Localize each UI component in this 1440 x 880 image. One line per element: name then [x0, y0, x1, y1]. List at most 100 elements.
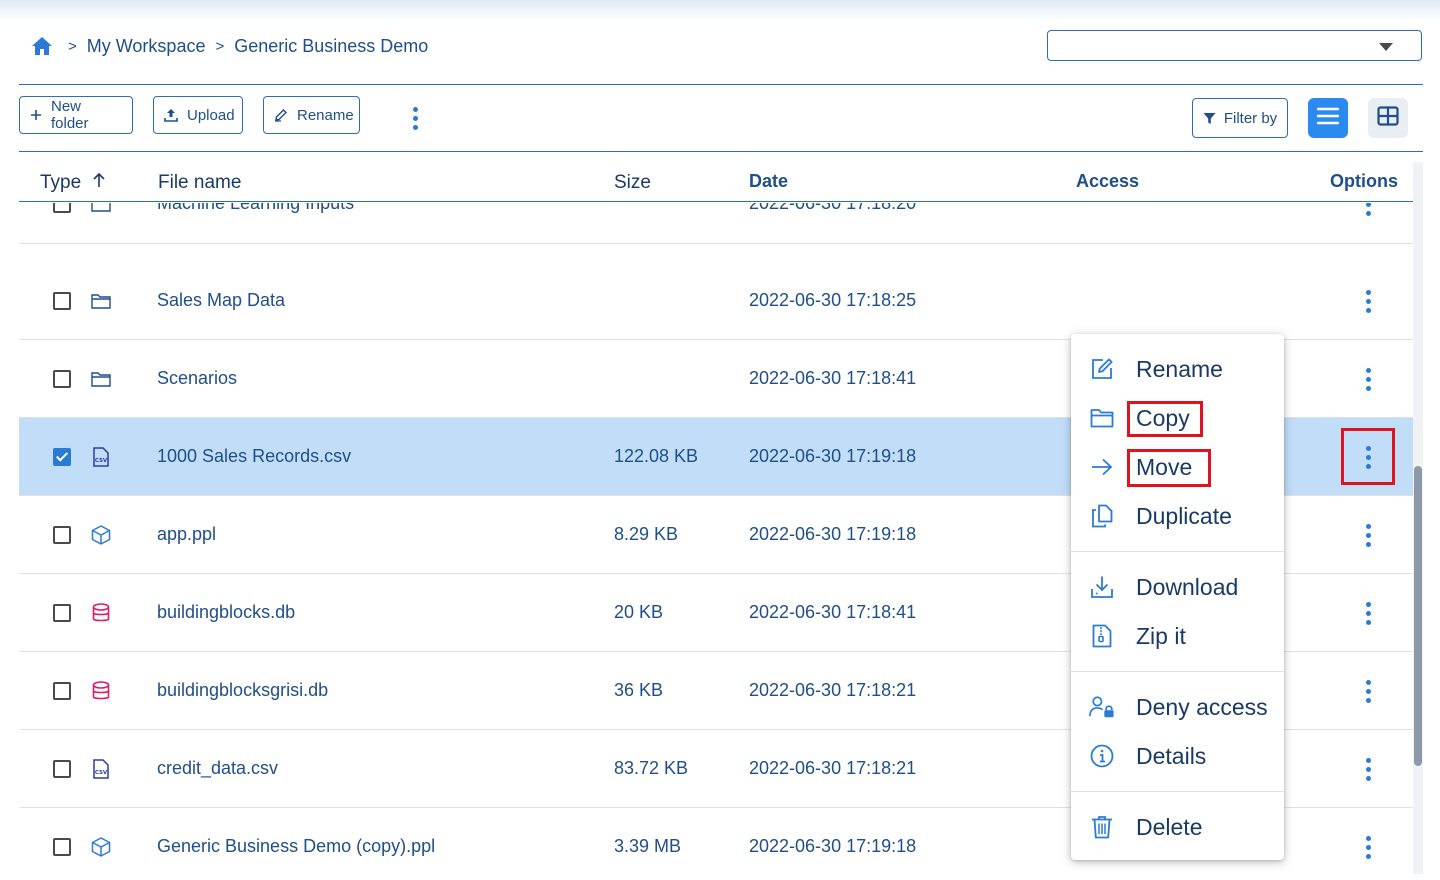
breadcrumb: > My Workspace > Generic Business Demo: [30, 34, 428, 58]
menu-item-label: Zip it: [1136, 622, 1186, 649]
folder-icon: [91, 291, 111, 311]
column-header-access: Access: [1076, 171, 1140, 191]
new-folder-button[interactable]: New folder: [19, 96, 133, 134]
menu-item-duplicate[interactable]: Duplicate: [1071, 494, 1284, 538]
chevron-down-icon: [1379, 43, 1393, 51]
rename-label: Rename: [297, 106, 354, 124]
folder-icon: [1089, 405, 1115, 431]
file-date: 2022-06-30 17:18:41: [749, 602, 917, 622]
file-name[interactable]: buildingblocksgrisi.db: [157, 680, 328, 701]
row-checkbox[interactable]: [53, 682, 71, 700]
file-name[interactable]: app.ppl: [157, 524, 216, 545]
grid-view-icon: [1377, 105, 1399, 131]
row-options-icon[interactable]: [1358, 288, 1378, 314]
scrollbar-thumb[interactable]: [1414, 466, 1422, 766]
breadcrumb-separator: >: [68, 37, 77, 55]
row-options-icon[interactable]: [1358, 522, 1378, 548]
row-options-icon[interactable]: [1358, 678, 1378, 704]
menu-highlight-box: [1127, 449, 1211, 487]
menu-item-deny-access[interactable]: Deny access: [1071, 685, 1284, 729]
plus-icon: [30, 109, 42, 121]
row-checkbox[interactable]: [53, 526, 71, 544]
file-name[interactable]: Generic Business Demo (copy).ppl: [157, 836, 435, 857]
menu-item-label: Deny access: [1136, 693, 1268, 720]
menu-highlight-box: [1127, 401, 1203, 437]
list-view-button[interactable]: [1308, 98, 1348, 138]
database-icon: [91, 603, 111, 623]
upload-icon: [164, 108, 178, 122]
menu-item-label: Duplicate: [1136, 502, 1232, 529]
file-size: 8.29 KB: [614, 524, 679, 544]
download-icon: [1089, 574, 1115, 600]
workspace-select[interactable]: [1047, 30, 1422, 61]
column-header-type[interactable]: Type: [40, 172, 106, 194]
upload-button[interactable]: Upload: [153, 96, 243, 134]
menu-item-label: Download: [1136, 573, 1239, 600]
file-date: 2022-06-30 17:18:41: [749, 368, 917, 388]
file-date: 2022-06-30 17:18:21: [749, 680, 917, 700]
header-divider: [19, 84, 1423, 85]
trash-icon: [1089, 814, 1115, 840]
rename-button[interactable]: Rename: [263, 96, 360, 134]
file-date: 2022-06-30 17:19:18: [749, 524, 917, 544]
ppl-file-icon: [91, 837, 111, 857]
menu-item-download[interactable]: Download: [1071, 565, 1284, 609]
row-options-icon[interactable]: [1358, 366, 1378, 392]
row-options-icon[interactable]: [1358, 600, 1378, 626]
grid-view-button[interactable]: [1368, 98, 1408, 138]
table-row[interactable]: Sales Map Data 2022-06-30 17:18:25: [19, 262, 1413, 340]
home-icon[interactable]: [30, 34, 54, 58]
row-options-icon[interactable]: [1358, 756, 1378, 782]
menu-item-label: Rename: [1136, 355, 1223, 382]
file-date: 2022-06-30 17:18:21: [749, 758, 917, 778]
row-checkbox[interactable]: [53, 448, 71, 466]
file-name[interactable]: 1000 Sales Records.csv: [157, 446, 351, 467]
menu-item-zip-it[interactable]: Zip it: [1071, 614, 1284, 658]
filter-by-label: Filter by: [1223, 109, 1278, 127]
column-header-date[interactable]: Date: [749, 171, 788, 192]
menu-item-details[interactable]: Details: [1071, 734, 1284, 778]
upload-label: Upload: [187, 106, 235, 124]
row-checkbox[interactable]: [53, 760, 71, 778]
file-name[interactable]: buildingblocks.db: [157, 602, 295, 623]
file-size: 122.08 KB: [614, 446, 699, 466]
row-options-icon[interactable]: [1358, 203, 1378, 217]
info-icon: [1089, 743, 1115, 769]
row-checkbox[interactable]: [53, 370, 71, 388]
table-row[interactable]: Machine Learning Inputs 2022-06-30 17:18:…: [19, 203, 1413, 244]
menu-item-delete[interactable]: Delete: [1071, 805, 1284, 849]
file-size: 36 KB: [614, 680, 664, 700]
svg-text:CSV: CSV: [95, 770, 108, 776]
file-name[interactable]: Machine Learning Inputs: [157, 203, 354, 214]
breadcrumb-my-workspace[interactable]: My Workspace: [87, 36, 206, 57]
row-checkbox[interactable]: [53, 604, 71, 622]
file-date: 2022-06-30 17:19:18: [749, 836, 917, 856]
menu-divider: [1071, 791, 1284, 792]
zip-file-icon: [1089, 623, 1115, 649]
file-name[interactable]: credit_data.csv: [157, 758, 278, 779]
file-date: 2022-06-30 17:18:25: [749, 290, 917, 310]
row-checkbox[interactable]: [53, 838, 71, 856]
file-date: 2022-06-30 17:18:20: [749, 203, 917, 213]
menu-item-rename[interactable]: Rename: [1071, 347, 1284, 391]
menu-divider: [1071, 551, 1284, 552]
more-options-icon[interactable]: [405, 104, 425, 132]
filter-by-button[interactable]: Filter by: [1192, 98, 1288, 138]
column-header-size[interactable]: Size: [614, 172, 651, 194]
options-highlight-box: [1341, 428, 1395, 485]
folder-icon: [91, 203, 111, 214]
file-name[interactable]: Sales Map Data: [157, 290, 285, 311]
column-header-file-name[interactable]: File name: [158, 172, 241, 194]
new-folder-label: New folder: [51, 98, 89, 132]
row-options-icon[interactable]: [1358, 834, 1378, 860]
row-checkbox[interactable]: [53, 203, 71, 213]
breadcrumb-generic-business-demo[interactable]: Generic Business Demo: [234, 36, 428, 57]
duplicate-icon: [1089, 503, 1115, 529]
row-checkbox[interactable]: [53, 292, 71, 310]
folder-icon: [91, 369, 111, 389]
breadcrumb-separator: >: [215, 37, 225, 55]
csv-file-icon: CSV: [91, 759, 111, 779]
menu-item-label: Details: [1136, 742, 1207, 769]
file-name[interactable]: Scenarios: [157, 368, 237, 389]
menu-item-label: Delete: [1136, 813, 1203, 840]
